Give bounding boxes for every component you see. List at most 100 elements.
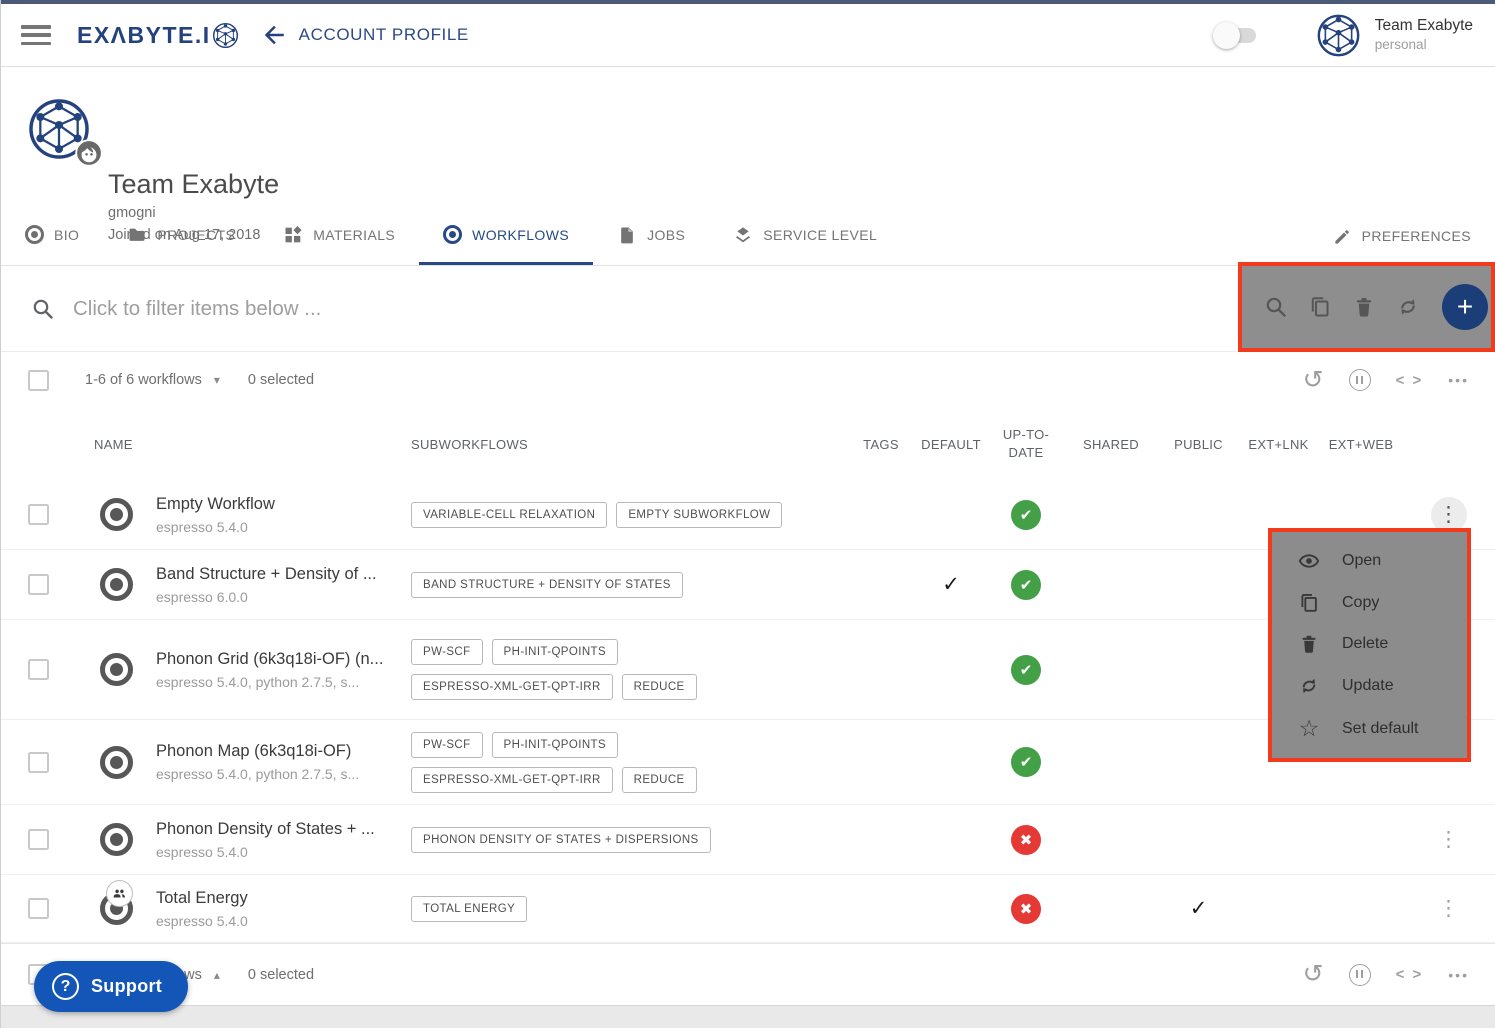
code-icon[interactable]: < > bbox=[1396, 966, 1424, 983]
tab-materials[interactable]: MATERIALS bbox=[259, 207, 419, 265]
support-label: Support bbox=[91, 976, 162, 997]
subworkflow-chip[interactable]: BAND STRUCTURE + DENSITY OF STATES bbox=[411, 572, 683, 598]
subworkflow-chip[interactable]: VARIABLE-CELL RELAXATION bbox=[411, 502, 607, 528]
undo-icon[interactable]: ↺ bbox=[1303, 368, 1324, 393]
user-avatar[interactable] bbox=[1316, 13, 1361, 58]
people-icon bbox=[111, 885, 128, 902]
filter-input[interactable] bbox=[73, 297, 1073, 321]
menu-label: Delete bbox=[1342, 635, 1388, 653]
subworkflow-chip[interactable]: PH-INIT-QPOINTS bbox=[492, 639, 618, 665]
up-to-date-yes-icon: ✔ bbox=[1011, 570, 1041, 600]
copy-icon[interactable] bbox=[1308, 295, 1332, 319]
menu-label: Update bbox=[1342, 677, 1394, 695]
table-row: Total Energy espresso 5.4.0 TOTAL ENERGY… bbox=[1, 875, 1495, 943]
menu-label: Open bbox=[1342, 552, 1381, 570]
brand-logo[interactable]: EXΛBYTE.I bbox=[77, 22, 239, 49]
workflow-name[interactable]: Phonon Map (6k3q18i-OF) bbox=[156, 742, 411, 761]
column-ext-web[interactable]: EXT+WEB bbox=[1321, 437, 1401, 452]
chevron-up-icon: ▴ bbox=[214, 968, 220, 982]
page-title: ACCOUNT PROFILE bbox=[299, 25, 469, 45]
theme-toggle[interactable] bbox=[1216, 28, 1256, 43]
more-vertical-icon: ⋮ bbox=[1438, 504, 1459, 525]
row-checkbox[interactable] bbox=[28, 829, 49, 850]
back-arrow-icon[interactable] bbox=[261, 22, 287, 48]
subworkflow-chip[interactable]: ESPRESSO-XML-GET-QPT-IRR bbox=[411, 767, 613, 793]
selected-count: 0 selected bbox=[248, 372, 314, 388]
range-text: 1-6 of 6 workflows bbox=[85, 372, 202, 388]
copy-icon bbox=[1298, 592, 1320, 614]
column-shared[interactable]: SHARED bbox=[1061, 437, 1161, 452]
code-icon[interactable]: < > bbox=[1396, 372, 1424, 389]
row-checkbox[interactable] bbox=[28, 659, 49, 680]
undo-icon[interactable]: ↺ bbox=[1303, 962, 1324, 987]
workflow-name[interactable]: Band Structure + Density of ... bbox=[156, 565, 411, 584]
up-to-date-yes-icon: ✔ bbox=[1011, 500, 1041, 530]
update-icon[interactable] bbox=[1396, 295, 1420, 319]
subworkflow-chip[interactable]: REDUCE bbox=[622, 674, 697, 700]
column-default[interactable]: DEFAULT bbox=[911, 437, 991, 452]
tab-label: SERVICE LEVEL bbox=[763, 227, 877, 243]
subworkflow-chip[interactable]: TOTAL ENERGY bbox=[411, 896, 527, 922]
delete-icon[interactable] bbox=[1352, 295, 1376, 319]
row-checkbox[interactable] bbox=[28, 752, 49, 773]
subworkflow-chip[interactable]: PH-INIT-QPOINTS bbox=[492, 732, 618, 758]
subworkflow-chip[interactable]: PW-SCF bbox=[411, 639, 483, 665]
pause-icon[interactable] bbox=[1349, 369, 1371, 391]
profile-header: Team Exabyte gmogni Joined on Aug 17, 20… bbox=[1, 67, 1495, 207]
subworkflow-chip[interactable]: REDUCE bbox=[622, 767, 697, 793]
select-all-checkbox[interactable] bbox=[28, 370, 49, 391]
row-checkbox[interactable] bbox=[28, 574, 49, 595]
subworkflow-chip[interactable]: PHONON DENSITY OF STATES + DISPERSIONS bbox=[411, 827, 711, 853]
workflow-icon bbox=[100, 568, 133, 601]
column-up-to-date[interactable]: UP-TO-DATE bbox=[996, 426, 1056, 462]
chevron-down-icon: ▾ bbox=[214, 373, 220, 387]
tab-bio[interactable]: BIO bbox=[1, 207, 103, 265]
column-ext-lnk[interactable]: EXT+LNK bbox=[1236, 437, 1321, 452]
more-vertical-icon: ⋮ bbox=[1438, 828, 1459, 851]
subworkflow-chip[interactable]: EMPTY SUBWORKFLOW bbox=[616, 502, 782, 528]
pagination-range[interactable]: 1-6 of 6 workflows ▾ bbox=[85, 372, 220, 388]
tab-jobs[interactable]: JOBS bbox=[593, 207, 709, 265]
default-check-icon: ✓ bbox=[942, 572, 960, 597]
tab-projects[interactable]: PROJECTS bbox=[103, 207, 259, 265]
column-name[interactable]: NAME bbox=[76, 437, 156, 452]
preferences-button[interactable]: PREFERENCES bbox=[1309, 207, 1495, 265]
search-icon[interactable] bbox=[1264, 295, 1288, 319]
annotation-context-menu-highlight: Open Copy Delete Update ☆ Set default bbox=[1268, 528, 1471, 762]
workflow-name[interactable]: Phonon Grid (6k3q18i-OF) (n... bbox=[156, 650, 411, 669]
tab-label: MATERIALS bbox=[313, 227, 395, 243]
menu-item-set-default[interactable]: ☆ Set default bbox=[1272, 717, 1467, 740]
subworkflow-chip[interactable]: PW-SCF bbox=[411, 732, 483, 758]
brand-text: EXΛBYTE.I bbox=[77, 22, 211, 49]
support-button[interactable]: ? Support bbox=[34, 961, 188, 1012]
menu-item-open[interactable]: Open bbox=[1272, 550, 1467, 572]
user-block[interactable]: Team Exabyte personal bbox=[1375, 16, 1473, 54]
more-horizontal-icon[interactable]: ••• bbox=[1448, 967, 1469, 983]
workflow-icon bbox=[100, 746, 133, 779]
pause-icon[interactable] bbox=[1349, 964, 1371, 986]
row-menu-button[interactable]: ⋮ bbox=[1438, 898, 1459, 919]
row-checkbox[interactable] bbox=[28, 898, 49, 919]
menu-item-delete[interactable]: Delete bbox=[1272, 633, 1467, 655]
menu-icon[interactable] bbox=[21, 25, 51, 45]
workflow-name[interactable]: Empty Workflow bbox=[156, 495, 411, 514]
add-button[interactable]: + bbox=[1442, 284, 1488, 330]
workflow-name[interactable]: Total Energy bbox=[156, 889, 411, 908]
star-icon: ☆ bbox=[1298, 717, 1320, 740]
row-menu-button[interactable]: ⋮ bbox=[1438, 829, 1459, 850]
profile-face-badge-icon bbox=[75, 139, 103, 167]
column-public[interactable]: PUBLIC bbox=[1161, 437, 1236, 452]
tab-label: BIO bbox=[54, 227, 79, 243]
subworkflow-chip[interactable]: ESPRESSO-XML-GET-QPT-IRR bbox=[411, 674, 613, 700]
column-tags[interactable]: TAGS bbox=[851, 437, 911, 452]
up-to-date-no-icon: ✖ bbox=[1011, 894, 1041, 924]
tab-service-level[interactable]: SERVICE LEVEL bbox=[709, 207, 901, 265]
menu-item-update[interactable]: Update bbox=[1272, 675, 1467, 697]
more-horizontal-icon[interactable]: ••• bbox=[1448, 372, 1469, 388]
bio-icon bbox=[25, 225, 44, 244]
tab-workflows[interactable]: WORKFLOWS bbox=[419, 207, 593, 265]
row-checkbox[interactable] bbox=[28, 504, 49, 525]
workflow-name[interactable]: Phonon Density of States + ... bbox=[156, 820, 411, 839]
column-subworkflows[interactable]: SUBWORKFLOWS bbox=[411, 437, 851, 452]
menu-item-copy[interactable]: Copy bbox=[1272, 592, 1467, 614]
